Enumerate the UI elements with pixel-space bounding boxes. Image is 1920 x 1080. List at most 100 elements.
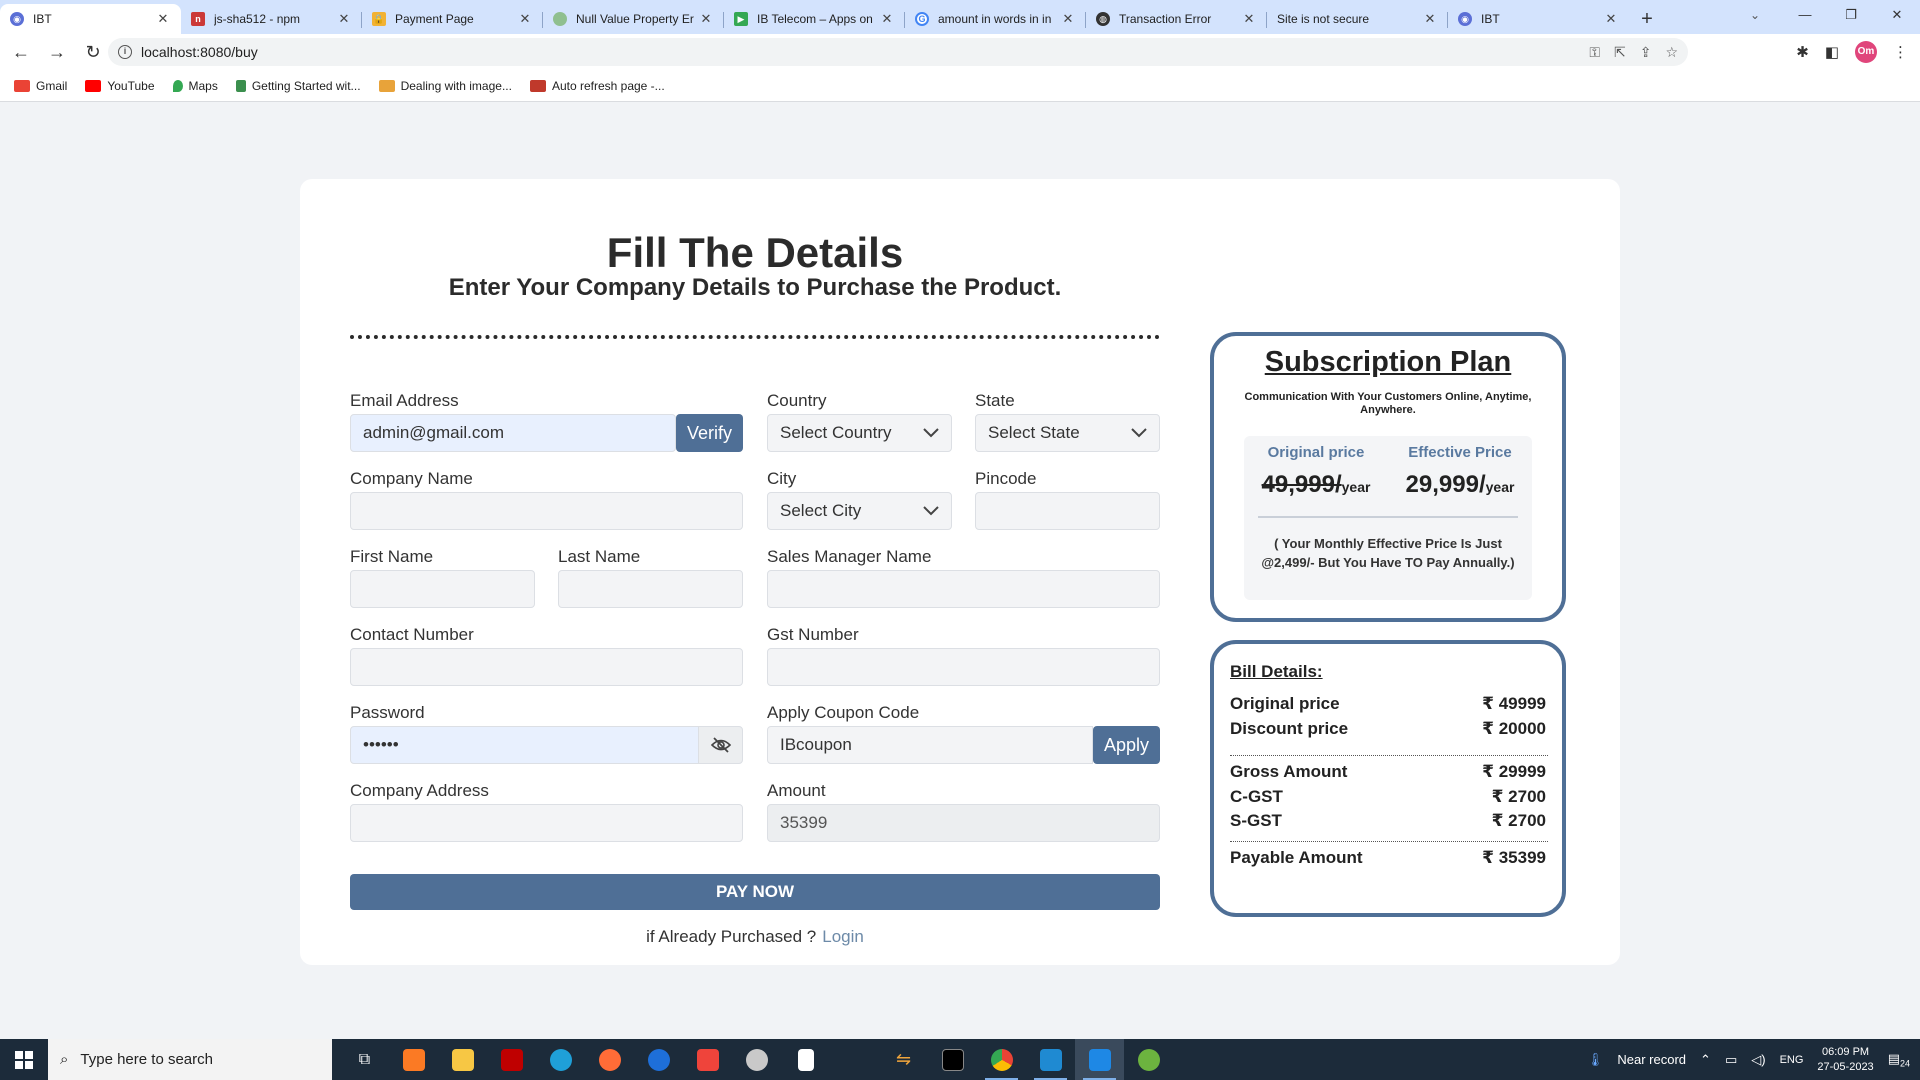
gst-number-field[interactable] <box>767 648 1160 686</box>
extensions-icon[interactable]: ✱ <box>1796 43 1809 61</box>
bookmark-youtube[interactable]: YouTube <box>85 79 155 93</box>
chrome-icon[interactable] <box>977 1039 1026 1080</box>
side-panel-icon[interactable]: ◧ <box>1825 43 1839 61</box>
reload-icon[interactable]: ↻ <box>78 37 108 67</box>
first-name-field[interactable] <box>350 570 535 608</box>
utorrent-icon[interactable] <box>1124 1039 1173 1080</box>
company-name-field[interactable] <box>350 492 743 530</box>
tab-close-icon[interactable]: ✕ <box>1603 11 1619 27</box>
pay-now-button[interactable]: PAY NOW <box>350 874 1160 910</box>
edge-icon[interactable] <box>536 1039 585 1080</box>
close-window-icon[interactable]: ✕ <box>1874 0 1920 30</box>
volume-icon[interactable]: ◁) <box>1751 1052 1765 1068</box>
tab-close-icon[interactable]: ✕ <box>517 11 533 27</box>
profile-avatar[interactable]: Om <box>1855 41 1877 63</box>
browser-tab[interactable]: ◉ IBT ✕ <box>1448 4 1629 34</box>
tab-title: IB Telecom – Apps on <box>757 12 873 26</box>
share-icon[interactable]: ⇪ <box>1640 44 1652 61</box>
tab-title: IBT <box>1481 12 1500 26</box>
vscode-icon[interactable] <box>1026 1039 1075 1080</box>
browser-tab[interactable]: ▶ IB Telecom – Apps on ✕ <box>724 4 905 34</box>
key-icon[interactable]: ⚿ <box>1589 44 1600 61</box>
app-icon[interactable] <box>732 1039 781 1080</box>
address-bar[interactable]: i localhost:8080/buy ⚿ ⇱ ⇪ ☆ <box>108 38 1688 66</box>
browser-tab[interactable]: Null Value Property Er ✕ <box>543 4 724 34</box>
postman-icon[interactable] <box>585 1039 634 1080</box>
pincode-field[interactable] <box>975 492 1160 530</box>
tab-close-icon[interactable]: ✕ <box>155 11 171 27</box>
task-view-icon[interactable]: ⧉ <box>340 1039 389 1080</box>
anydesk-icon[interactable] <box>683 1039 732 1080</box>
taskbar-search[interactable]: ⌕ Type here to search <box>48 1039 332 1080</box>
tab-favicon-icon <box>553 12 567 26</box>
sublime-icon[interactable] <box>1075 1039 1124 1080</box>
terminal-icon[interactable] <box>928 1039 977 1080</box>
language-indicator[interactable]: ENG <box>1780 1054 1804 1066</box>
price-panel: Original price 49,999/year Effective Pri… <box>1244 436 1532 600</box>
country-select[interactable]: Select Country <box>767 414 952 452</box>
network-icon[interactable]: ▭ <box>1725 1052 1737 1068</box>
restore-icon[interactable]: ❐ <box>1828 0 1874 30</box>
bookmark-dealing-images[interactable]: Dealing with image... <box>378 79 512 93</box>
open-external-icon[interactable]: ⇱ <box>1614 44 1626 61</box>
bill-row-discount: Discount price ₹ 20000 <box>1230 719 1546 738</box>
app-icon[interactable] <box>830 1039 879 1080</box>
notification-icon[interactable]: ▤24 <box>1888 1051 1910 1069</box>
tab-close-icon[interactable]: ✕ <box>1060 11 1076 27</box>
menu-icon[interactable]: ⋮ <box>1893 43 1908 61</box>
chevron-up-icon[interactable]: ⌃ <box>1700 1052 1711 1068</box>
contact-number-field[interactable] <box>350 648 743 686</box>
coupon-field[interactable]: IBcoupon <box>767 726 1093 764</box>
file-explorer-icon[interactable] <box>438 1039 487 1080</box>
tab-close-icon[interactable]: ✕ <box>1422 11 1438 27</box>
weather-text[interactable]: Near record <box>1617 1052 1686 1067</box>
xampp-icon[interactable] <box>389 1039 438 1080</box>
state-select[interactable]: Select State <box>975 414 1160 452</box>
apply-coupon-button[interactable]: Apply <box>1093 726 1160 764</box>
city-select[interactable]: Select City <box>767 492 952 530</box>
company-address-field[interactable] <box>350 804 743 842</box>
tab-favicon-icon: ▶ <box>734 12 748 26</box>
tab-favicon-icon: n <box>191 12 205 26</box>
page-viewport: Fill The Details Enter Your Company Deta… <box>0 103 1920 1039</box>
bookmark-auto-refresh[interactable]: Auto refresh page -... <box>529 79 665 93</box>
bookmark-maps[interactable]: Maps <box>172 79 218 93</box>
sales-manager-field[interactable] <box>767 570 1160 608</box>
last-name-field[interactable] <box>558 570 743 608</box>
verify-button[interactable]: Verify <box>676 414 743 452</box>
tab-close-icon[interactable]: ✕ <box>879 11 895 27</box>
minimize-icon[interactable]: — <box>1782 0 1828 30</box>
notepad-icon[interactable] <box>781 1039 830 1080</box>
browser-tab[interactable]: Site is not secure ✕ <box>1267 4 1448 34</box>
login-link[interactable]: Login <box>822 927 864 946</box>
compare-tool-icon[interactable]: ⇋ <box>879 1039 928 1080</box>
bill-row-original: Original price ₹ 49999 <box>1230 694 1546 713</box>
back-icon[interactable]: ← <box>6 37 36 67</box>
browser-tab[interactable]: ◍ Transaction Error ✕ <box>1086 4 1267 34</box>
email-label: Email Address <box>350 391 459 410</box>
bookmark-star-icon[interactable]: ☆ <box>1665 44 1678 61</box>
bookmark-gmail[interactable]: Gmail <box>14 79 67 93</box>
browser-tab[interactable]: ◉ IBT ✕ <box>0 4 181 34</box>
maps-app-icon[interactable] <box>634 1039 683 1080</box>
site-info-icon[interactable]: i <box>118 45 132 59</box>
pincode-label: Pincode <box>975 469 1037 488</box>
clock[interactable]: 06:09 PM 27-05-2023 <box>1817 1045 1873 1075</box>
browser-tab[interactable]: G amount in words in in ✕ <box>905 4 1086 34</box>
tab-close-icon[interactable]: ✕ <box>698 11 714 27</box>
browser-tab[interactable]: n js-sha512 - npm ✕ <box>181 4 362 34</box>
browser-tab[interactable]: 🔒 Payment Page ✕ <box>362 4 543 34</box>
bill-divider <box>1230 841 1548 842</box>
password-field[interactable]: •••••• <box>350 726 699 764</box>
bookmark-getting-started[interactable]: Getting Started wit... <box>235 79 361 93</box>
forward-icon[interactable]: → <box>42 37 72 67</box>
email-field[interactable]: admin@gmail.com <box>350 414 676 452</box>
tab-close-icon[interactable]: ✕ <box>336 11 352 27</box>
subscription-plan-card: Subscription Plan Communication With You… <box>1210 332 1566 622</box>
tab-search-icon[interactable]: ⌄ <box>1740 0 1770 30</box>
new-tab-button[interactable]: + <box>1629 4 1665 34</box>
eye-off-icon[interactable] <box>698 726 743 764</box>
tab-close-icon[interactable]: ✕ <box>1241 11 1257 27</box>
windows-start-icon[interactable] <box>0 1039 48 1080</box>
filezilla-icon[interactable] <box>487 1039 536 1080</box>
